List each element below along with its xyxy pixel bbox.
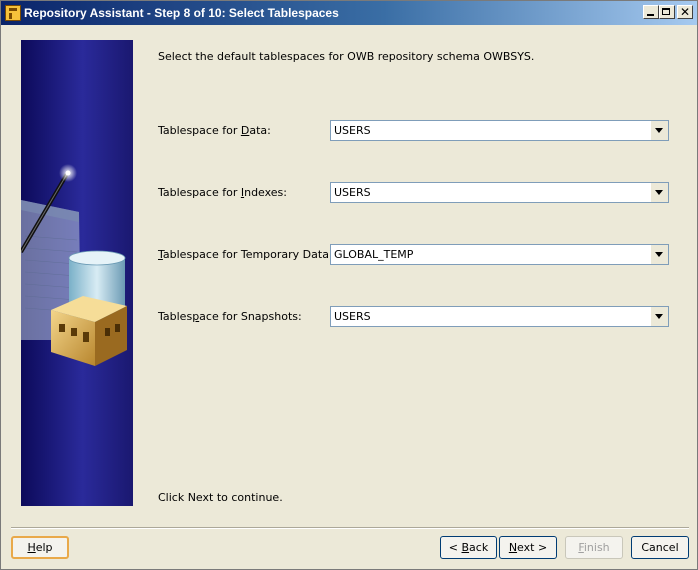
maximize-icon: [662, 8, 670, 15]
next-button[interactable]: Next >: [499, 536, 557, 559]
close-button[interactable]: ✕: [677, 5, 693, 19]
chevron-down-icon[interactable]: [651, 183, 668, 202]
data-tablespace-select[interactable]: USERS: [330, 120, 669, 141]
app-icon: [5, 5, 21, 21]
window-title: Repository Assistant - Step 8 of 10: Sel…: [24, 6, 339, 20]
close-icon: ✕: [680, 5, 691, 19]
temporary-tablespace-value: GLOBAL_TEMP: [334, 248, 414, 261]
snapshots-tablespace-value: USERS: [334, 310, 371, 323]
warehouse-illustration: [21, 164, 127, 366]
data-tablespace-label: Tablespace for Data:: [158, 124, 271, 137]
minimize-icon: [647, 14, 654, 16]
back-button[interactable]: < Back: [440, 536, 497, 559]
chevron-down-icon[interactable]: [651, 245, 668, 264]
snapshots-tablespace-select[interactable]: USERS: [330, 306, 669, 327]
minimize-button[interactable]: [643, 5, 659, 19]
indexes-tablespace-value: USERS: [334, 186, 371, 199]
cancel-button[interactable]: Cancel: [631, 536, 689, 559]
wizard-side-illustration: [21, 40, 133, 506]
finish-button: Finish: [565, 536, 623, 559]
indexes-tablespace-label: Tablespace for Indexes:: [158, 186, 287, 199]
title-bar[interactable]: Repository Assistant - Step 8 of 10: Sel…: [1, 1, 697, 25]
temporary-tablespace-label: Tablespace for Temporary Data:: [158, 248, 333, 261]
chevron-down-icon[interactable]: [651, 121, 668, 140]
intro-text: Select the default tablespaces for OWB r…: [158, 50, 535, 63]
snapshots-tablespace-label: Tablespace for Snapshots:: [158, 310, 302, 323]
maximize-button[interactable]: [659, 5, 675, 19]
button-separator: [11, 527, 689, 529]
chevron-down-icon[interactable]: [651, 307, 668, 326]
indexes-tablespace-select[interactable]: USERS: [330, 182, 669, 203]
repository-assistant-window: Repository Assistant - Step 8 of 10: Sel…: [0, 0, 698, 570]
continue-hint: Click Next to continue.: [158, 491, 283, 504]
data-tablespace-value: USERS: [334, 124, 371, 137]
temporary-tablespace-select[interactable]: GLOBAL_TEMP: [330, 244, 669, 265]
help-button[interactable]: Help: [11, 536, 69, 559]
